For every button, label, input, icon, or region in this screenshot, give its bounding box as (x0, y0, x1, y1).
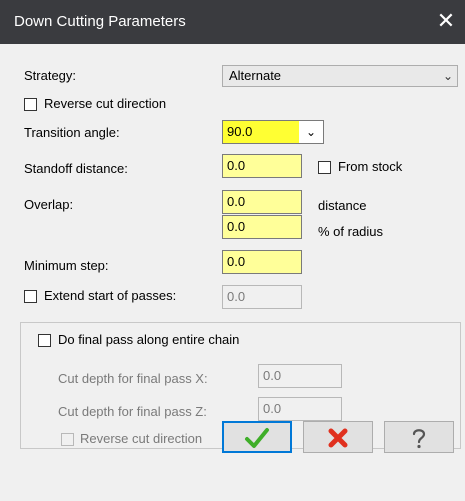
cancel-button[interactable] (303, 421, 373, 453)
extend-start-label: Extend start of passes: (44, 288, 177, 303)
close-button[interactable]: ✕ (431, 6, 461, 36)
cross-icon (328, 428, 348, 448)
reverse-cut-checkbox[interactable] (24, 98, 37, 111)
standoff-distance-label: Standoff distance: (24, 161, 128, 176)
final-reverse-label: Reverse cut direction (80, 431, 203, 446)
from-stock-label: From stock (338, 159, 403, 174)
help-button[interactable] (384, 421, 454, 453)
overlap-label: Overlap: (24, 197, 74, 212)
standoff-distance-input[interactable]: 0.0 (222, 154, 302, 178)
transition-angle-value: 90.0 (223, 121, 299, 143)
overlap-distance-unit: distance (318, 198, 367, 213)
check-icon (245, 428, 269, 449)
final-pass-x-input[interactable]: 0.0 (258, 364, 342, 388)
overlap-radius-unit: % of radius (318, 224, 384, 239)
final-reverse-checkbox[interactable] (61, 433, 74, 446)
strategy-value: Alternate (229, 68, 282, 83)
overlap-radius-input[interactable]: 0.0 (222, 215, 302, 239)
final-pass-checkbox[interactable] (38, 334, 51, 347)
strategy-label: Strategy: (24, 68, 77, 83)
extend-start-input[interactable]: 0.0 (222, 285, 302, 309)
ok-button[interactable] (222, 421, 292, 453)
question-icon (412, 429, 426, 449)
minimum-step-input[interactable]: 0.0 (222, 250, 302, 274)
final-pass-x-label: Cut depth for final pass X: (58, 371, 208, 386)
transition-angle-label: Transition angle: (24, 125, 120, 140)
extend-start-checkbox[interactable] (24, 290, 37, 303)
chevron-down-icon: ⌄ (442, 69, 453, 83)
final-pass-label: Do final pass along entire chain (58, 332, 240, 347)
dialog-title: Down Cutting Parameters (14, 13, 186, 30)
strategy-dropdown[interactable]: Alternate ⌄ (222, 65, 458, 87)
title-bar: Down Cutting Parameters ✕ (0, 0, 465, 44)
overlap-distance-input[interactable]: 0.0 (222, 190, 302, 214)
final-pass-z-input[interactable]: 0.0 (258, 397, 342, 421)
chevron-down-icon[interactable]: ⌄ (299, 121, 323, 143)
dialog-body: Strategy: Alternate ⌄ Reverse cut direct… (0, 44, 465, 501)
from-stock-checkbox[interactable] (318, 161, 331, 174)
reverse-cut-label: Reverse cut direction (44, 96, 167, 111)
final-pass-z-label: Cut depth for final pass Z: (58, 404, 207, 419)
transition-angle-combo[interactable]: 90.0 ⌄ (222, 120, 324, 144)
minimum-step-label: Minimum step: (24, 258, 109, 273)
